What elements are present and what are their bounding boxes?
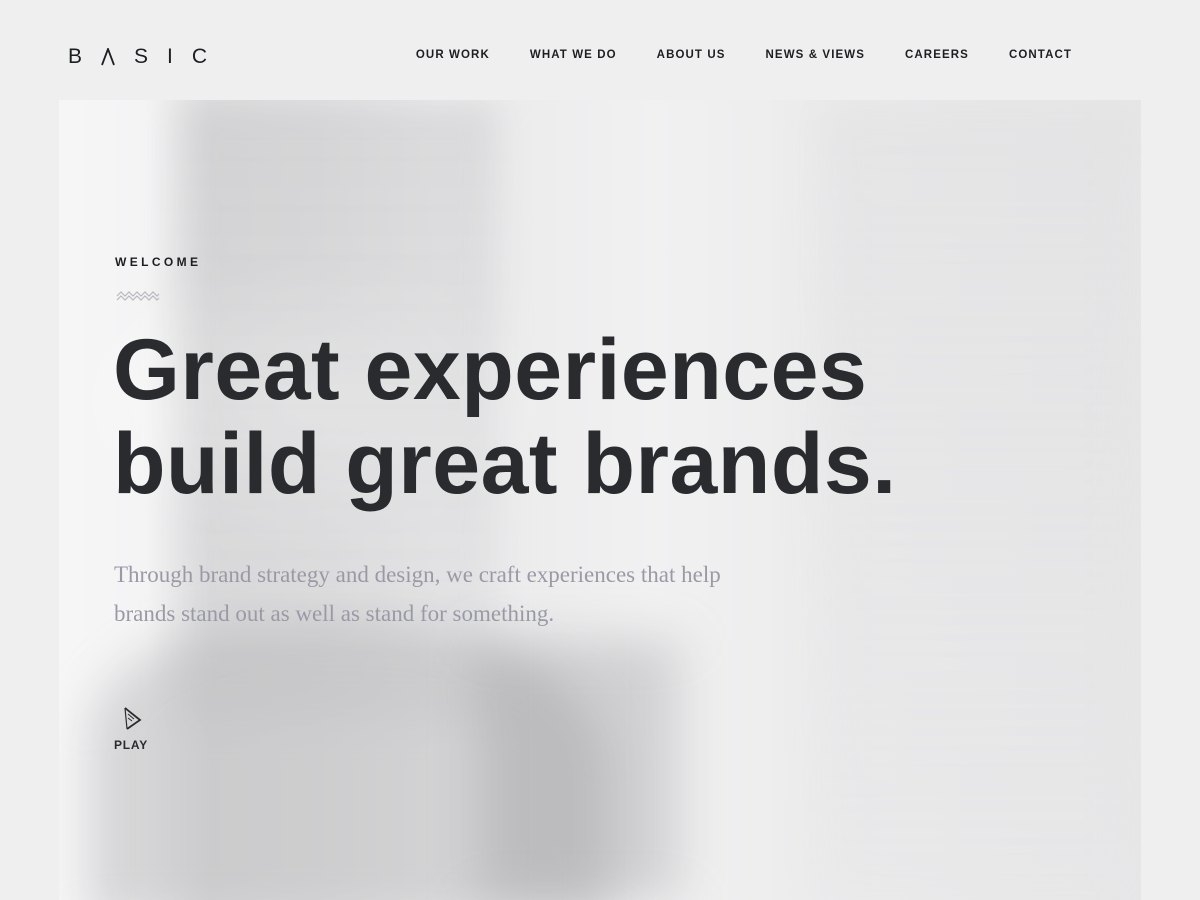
play-icon [124,707,142,730]
nav-contact[interactable]: CONTACT [1009,48,1072,62]
main-nav: OUR WORK WHAT WE DO ABOUT US NEWS & VIEW… [376,48,1072,62]
logo-letter-s: S [134,45,149,68]
hero-lead: Through brand strategy and design, we cr… [114,555,814,633]
logo-letter-i: I [167,45,173,68]
nav-about-us[interactable]: ABOUT US [657,48,726,62]
welcome-eyebrow: WELCOME [115,255,202,269]
squiggle-icon [116,291,160,301]
site-header: B S I C OUR WORK WHAT WE DO ABOUT US NEW… [0,0,1200,100]
nav-careers[interactable]: CAREERS [905,48,969,62]
hero-blur-shape [479,640,679,900]
headline-line: Great experiences [113,322,868,418]
hero-headline: Great experiences build great brands. [113,323,1013,511]
nav-our-work[interactable]: OUR WORK [416,48,490,62]
logo-letter-b: B [68,45,83,68]
lead-line: Through brand strategy and design, we cr… [114,562,721,587]
nav-what-we-do[interactable]: WHAT WE DO [530,48,617,62]
play-button[interactable]: PLAY [113,705,153,753]
headline-line: build great brands. [113,416,897,512]
logo-letter-c: C [191,45,208,68]
caret-a-icon [101,48,115,66]
play-label: PLAY [114,738,149,752]
nav-news-views[interactable]: NEWS & VIEWS [766,48,865,62]
logo[interactable]: B S I C [68,45,207,69]
lead-line: brands stand out as well as stand for so… [114,601,555,626]
